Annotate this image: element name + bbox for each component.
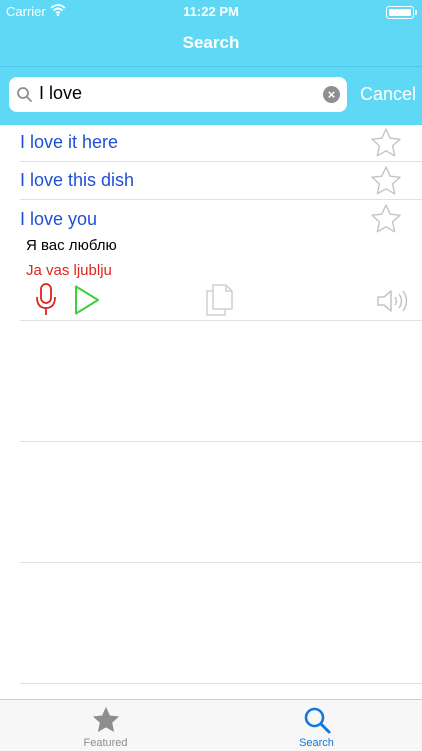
microphone-icon[interactable] [35, 283, 57, 322]
search-bar: I love × Cancel [0, 66, 422, 125]
page-title: Search [182, 33, 240, 52]
list-item-empty [20, 321, 422, 442]
list-item-empty [20, 442, 422, 563]
list-item[interactable]: I love it here [20, 124, 422, 162]
magnifier-icon [16, 86, 33, 108]
star-icon [91, 705, 121, 740]
speaker-icon[interactable] [376, 289, 410, 318]
clock: 11:22 PM [183, 4, 239, 19]
tab-search[interactable]: Search [211, 700, 422, 751]
nav-bar: Search [0, 24, 422, 66]
search-input[interactable]: I love × [9, 77, 347, 112]
favorite-star-icon[interactable] [370, 165, 402, 202]
clear-icon[interactable]: × [323, 86, 340, 103]
phrase-text: I love it here [20, 132, 119, 152]
copy-icon[interactable] [205, 284, 233, 321]
tab-label: Search [299, 737, 334, 749]
translation-text: Я вас люблю [26, 237, 117, 254]
phrase-text: I love you [20, 209, 98, 229]
favorite-star-icon[interactable] [370, 203, 402, 240]
tab-label: Featured [83, 737, 128, 749]
play-icon[interactable] [74, 285, 100, 320]
phrase-text: I love this dish [20, 170, 135, 190]
tab-bar: Featured Search [0, 699, 422, 751]
battery-icon [386, 6, 417, 19]
favorite-star-icon[interactable] [370, 127, 402, 164]
transliteration-text: Ja vas ljublju [26, 262, 112, 279]
cancel-button[interactable]: Cancel [360, 84, 416, 105]
list-item-empty [20, 563, 422, 684]
list-item[interactable]: I love this dish [20, 162, 422, 200]
search-input-value: I love [39, 83, 83, 103]
list-item-expanded[interactable]: I love you Я вас люблю Ja vas ljublju [20, 200, 422, 321]
tab-featured[interactable]: Featured [0, 700, 211, 751]
search-icon [302, 705, 332, 740]
status-bar: Carrier 11:22 PM [0, 0, 422, 24]
